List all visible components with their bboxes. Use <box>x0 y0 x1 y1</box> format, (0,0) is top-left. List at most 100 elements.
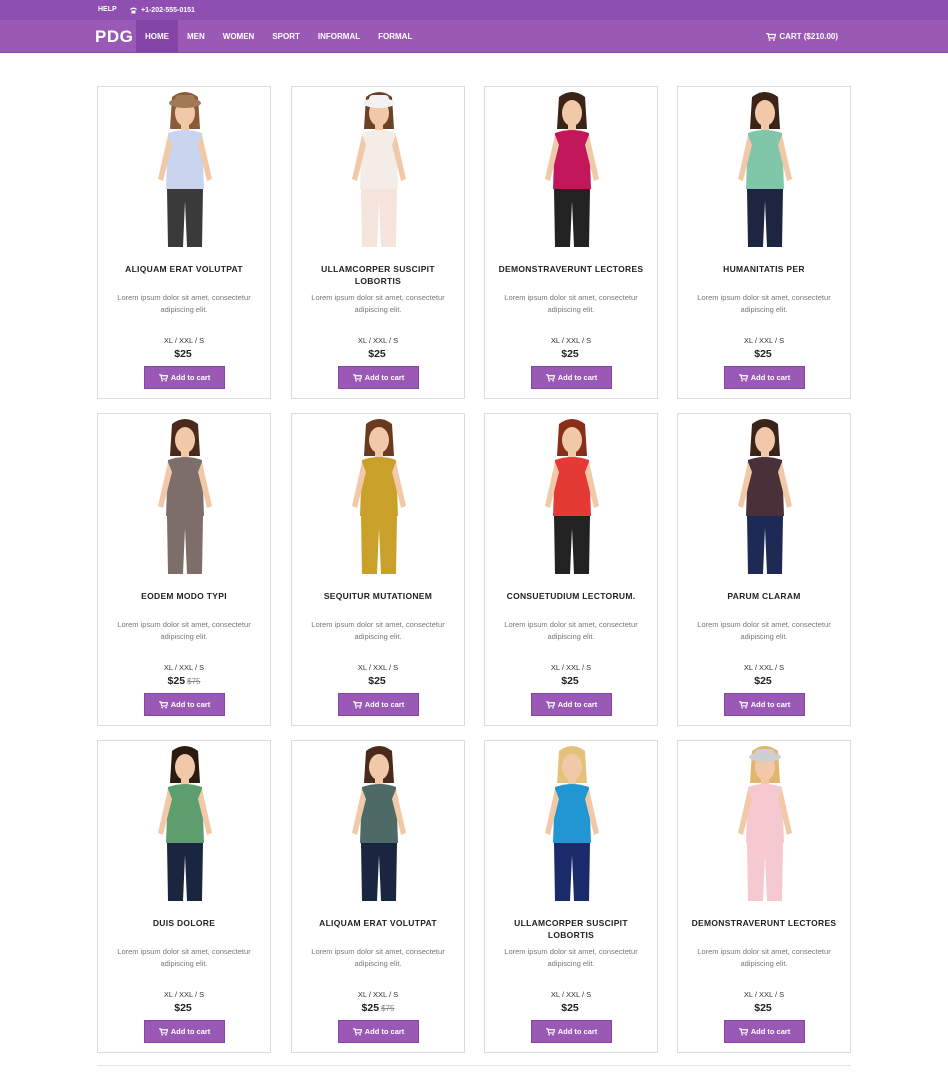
product-image[interactable] <box>322 89 436 247</box>
product-title[interactable]: DUIS DOLORE <box>104 917 264 929</box>
product-title[interactable]: ULLAMCORPER SUSCIPIT LOBORTIS <box>298 263 458 287</box>
product-title[interactable]: SEQUITUR MUTATIONEM <box>298 590 458 602</box>
add-to-cart-button[interactable]: Add to cart <box>338 1020 419 1043</box>
cart-total: CART ($210.00) <box>779 32 838 41</box>
product-image[interactable] <box>322 416 436 574</box>
add-to-cart-label: Add to cart <box>170 373 211 382</box>
product-image[interactable] <box>322 743 436 901</box>
product-card[interactable]: EODEM MODO TYPI Lorem ipsum dolor sit am… <box>97 413 271 726</box>
cart-icon <box>158 700 168 709</box>
product-title[interactable]: ALIQUAM ERAT VOLUTPAT <box>298 917 458 929</box>
product-sizes: XL / XXL / S <box>550 336 592 345</box>
cart-icon <box>738 373 748 382</box>
cart-icon <box>545 373 555 382</box>
product-image[interactable] <box>128 743 242 901</box>
product-price: $25 <box>485 1002 657 1014</box>
product-image[interactable] <box>515 89 629 247</box>
product-title[interactable]: PARUM CLARAM <box>684 590 844 602</box>
product-description: Lorem ipsum dolor sit amet, consectetur … <box>117 293 251 314</box>
nav-item-women[interactable]: WOMEN <box>214 20 264 53</box>
add-to-cart-label: Add to cart <box>170 700 211 709</box>
price-current: $25 <box>561 348 579 360</box>
add-to-cart-button[interactable]: Add to cart <box>144 1020 225 1043</box>
product-price: $25 <box>292 348 464 360</box>
nav-item-men[interactable]: MEN <box>178 20 214 53</box>
product-title[interactable]: EODEM MODO TYPI <box>104 590 264 602</box>
price-current: $25 <box>167 675 186 687</box>
add-to-cart-button[interactable]: Add to cart <box>338 693 419 716</box>
product-price: $25 <box>292 675 464 687</box>
price-current: $25 <box>361 1002 380 1014</box>
product-price: $25 <box>485 348 657 360</box>
top-bar: HELP +1-202-555-0151 <box>0 0 948 20</box>
product-sizes: XL / XXL / S <box>357 990 399 999</box>
help-link[interactable]: HELP <box>98 6 117 13</box>
price-current: $25 <box>174 1002 192 1014</box>
price-current: $25 <box>368 675 386 687</box>
price-old: $75 <box>381 1004 395 1013</box>
add-to-cart-button[interactable]: Add to cart <box>144 693 225 716</box>
brand-logo[interactable]: PDG <box>95 27 133 47</box>
cart-link[interactable]: CART ($210.00) <box>766 20 838 53</box>
product-price: $25 <box>98 1002 270 1014</box>
product-title[interactable]: ALIQUAM ERAT VOLUTPAT <box>104 263 264 275</box>
product-card[interactable]: PARUM CLARAM Lorem ipsum dolor sit amet,… <box>677 413 851 726</box>
add-to-cart-label: Add to cart <box>557 1027 598 1036</box>
product-title[interactable]: CONSUETUDIUM LECTORUM. <box>491 590 651 602</box>
product-description: Lorem ipsum dolor sit amet, consectetur … <box>504 293 638 314</box>
add-to-cart-button[interactable]: Add to cart <box>531 1020 612 1043</box>
product-card[interactable]: DEMONSTRAVERUNT LECTORES Lorem ipsum dol… <box>677 740 851 1053</box>
product-price: $25 $75 <box>98 675 270 687</box>
product-card[interactable]: ULLAMCORPER SUSCIPIT LOBORTIS Lorem ipsu… <box>291 86 465 399</box>
product-image[interactable] <box>708 89 822 247</box>
product-card[interactable]: HUMANITATIS PER Lorem ipsum dolor sit am… <box>677 86 851 399</box>
product-image[interactable] <box>128 89 242 247</box>
product-title[interactable]: ULLAMCORPER SUSCIPIT LOBORTIS <box>491 917 651 941</box>
add-to-cart-button[interactable]: Add to cart <box>724 1020 805 1043</box>
product-title[interactable]: DEMONSTRAVERUNT LECTORES <box>491 263 651 275</box>
product-card[interactable]: DUIS DOLORE Lorem ipsum dolor sit amet, … <box>97 740 271 1053</box>
product-sizes: XL / XXL / S <box>550 990 592 999</box>
product-card[interactable]: SEQUITUR MUTATIONEM Lorem ipsum dolor si… <box>291 413 465 726</box>
nav-menu: HOME MEN WOMEN SPORT INFORMAL FORMAL <box>136 20 421 53</box>
add-to-cart-button[interactable]: Add to cart <box>531 366 612 389</box>
product-card[interactable]: ALIQUAM ERAT VOLUTPAT Lorem ipsum dolor … <box>291 740 465 1053</box>
product-image[interactable] <box>708 743 822 901</box>
product-image[interactable] <box>515 416 629 574</box>
divider <box>97 1065 851 1066</box>
add-to-cart-button[interactable]: Add to cart <box>338 366 419 389</box>
product-card[interactable]: CONSUETUDIUM LECTORUM. Lorem ipsum dolor… <box>484 413 658 726</box>
add-to-cart-button[interactable]: Add to cart <box>724 366 805 389</box>
cart-icon <box>738 700 748 709</box>
product-card[interactable]: ULLAMCORPER SUSCIPIT LOBORTIS Lorem ipsu… <box>484 740 658 1053</box>
add-to-cart-button[interactable]: Add to cart <box>144 366 225 389</box>
product-card[interactable]: DEMONSTRAVERUNT LECTORES Lorem ipsum dol… <box>484 86 658 399</box>
product-image[interactable] <box>128 416 242 574</box>
product-sizes: XL / XXL / S <box>357 336 399 345</box>
add-to-cart-label: Add to cart <box>750 1027 791 1036</box>
add-to-cart-label: Add to cart <box>364 700 405 709</box>
product-title[interactable]: DEMONSTRAVERUNT LECTORES <box>684 917 844 929</box>
nav-item-home[interactable]: HOME <box>136 20 178 53</box>
product-image[interactable] <box>515 743 629 901</box>
product-description: Lorem ipsum dolor sit amet, consectetur … <box>117 620 251 641</box>
nav-item-informal[interactable]: INFORMAL <box>309 20 369 53</box>
cart-icon <box>545 1027 555 1036</box>
add-to-cart-button[interactable]: Add to cart <box>531 693 612 716</box>
nav-item-sport[interactable]: SPORT <box>263 20 309 53</box>
price-current: $25 <box>368 348 386 360</box>
phone-contact[interactable]: +1-202-555-0151 <box>129 6 195 14</box>
add-to-cart-label: Add to cart <box>364 1027 405 1036</box>
product-title[interactable]: HUMANITATIS PER <box>684 263 844 275</box>
add-to-cart-label: Add to cart <box>750 700 791 709</box>
add-to-cart-label: Add to cart <box>364 373 405 382</box>
nav-item-formal[interactable]: FORMAL <box>369 20 421 53</box>
product-image[interactable] <box>708 416 822 574</box>
add-to-cart-button[interactable]: Add to cart <box>724 693 805 716</box>
product-price: $25 <box>98 348 270 360</box>
main-navbar: PDG HOME MEN WOMEN SPORT INFORMAL FORMAL… <box>0 20 948 53</box>
add-to-cart-label: Add to cart <box>557 700 598 709</box>
product-card[interactable]: ALIQUAM ERAT VOLUTPAT Lorem ipsum dolor … <box>97 86 271 399</box>
cart-icon <box>766 32 777 41</box>
product-description: Lorem ipsum dolor sit amet, consectetur … <box>504 620 638 641</box>
